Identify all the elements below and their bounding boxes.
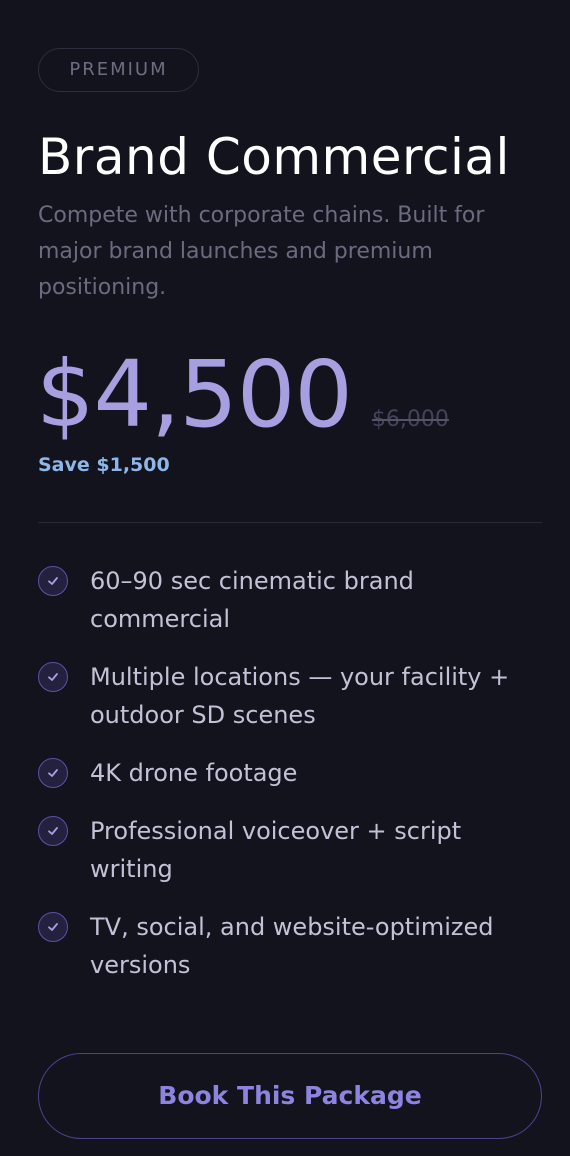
check-circle-icon [38, 816, 68, 846]
feature-text: Professional voiceover + script writing [90, 817, 462, 883]
check-circle-icon [38, 912, 68, 942]
check-circle-icon [38, 566, 68, 596]
original-price: $6,000 [371, 407, 449, 432]
savings-label: Save $1,500 [38, 454, 170, 476]
check-circle-icon [38, 662, 68, 692]
price-row: $4,500 $6,000 [36, 340, 449, 450]
feature-text: TV, social, and website-optimized versio… [90, 913, 494, 979]
current-price: $4,500 [36, 341, 353, 448]
feature-text: 4K drone footage [90, 759, 298, 787]
feature-item: TV, social, and website-optimized versio… [38, 908, 542, 984]
tier-badge: PREMIUM [38, 48, 199, 92]
feature-text: Multiple locations — your facility + out… [90, 663, 510, 729]
divider [38, 522, 542, 523]
package-description: Compete with corporate chains. Built for… [38, 203, 485, 300]
pricing-card: PREMIUM Brand Commercial Compete with co… [0, 0, 570, 1156]
feature-item: Multiple locations — your facility + out… [38, 658, 542, 734]
feature-item: 60–90 sec cinematic brand commercial [38, 562, 542, 638]
book-package-button[interactable]: Book This Package [38, 1053, 542, 1139]
feature-text: 60–90 sec cinematic brand commercial [90, 567, 414, 633]
check-circle-icon [38, 758, 68, 788]
feature-list: 60–90 sec cinematic brand commercial Mul… [38, 562, 542, 1004]
package-title: Brand Commercial [38, 128, 510, 186]
feature-item: 4K drone footage [38, 754, 542, 792]
feature-item: Professional voiceover + script writing [38, 812, 542, 888]
